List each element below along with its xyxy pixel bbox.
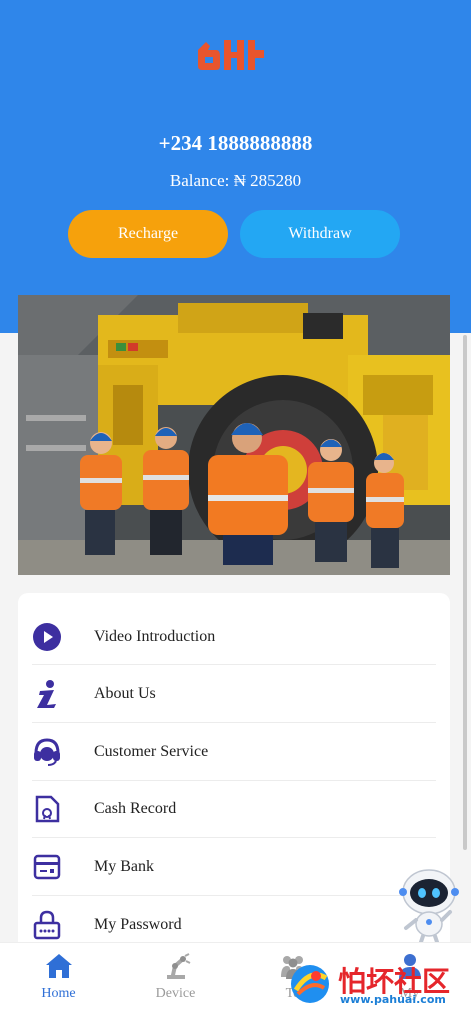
banner-image — [18, 295, 450, 575]
recharge-button[interactable]: Recharge — [68, 210, 228, 258]
header-panel: +234 1888888888 Balance: ₦ 285280 Rechar… — [0, 0, 471, 333]
balance-text: Balance: ₦ 285280 — [169, 171, 302, 190]
menu-item-cash-record[interactable]: Cash Record — [32, 780, 436, 837]
withdraw-button[interactable]: Withdraw — [240, 210, 400, 258]
bhp-logo — [198, 40, 264, 70]
menu-item-customer-service[interactable]: Customer Service — [32, 723, 436, 780]
menu-item-label: My Bank — [94, 857, 154, 875]
lock-icon — [32, 910, 62, 940]
tab-label: Home — [41, 986, 76, 1001]
tab-device[interactable]: Device — [117, 943, 234, 1013]
phone-number: +234 1888888888 — [158, 131, 313, 155]
menu-item-video-introduction[interactable]: Video Introduction — [32, 608, 436, 665]
tab-label: Device — [155, 986, 196, 1001]
info-icon — [32, 679, 62, 709]
robot-arm-icon — [166, 953, 190, 979]
watermark: 怕坏社区 www.pahuai.com — [288, 960, 466, 1008]
tab-home[interactable]: Home — [0, 943, 117, 1013]
banner-illustration — [18, 295, 450, 575]
menu-item-my-bank[interactable]: My Bank — [32, 838, 436, 895]
menu-item-label: Customer Service — [94, 742, 209, 760]
robot-assistant-icon[interactable] — [398, 868, 460, 944]
menu-item-label: Video Introduction — [94, 627, 216, 645]
watermark-url: www.pahuai.com — [340, 993, 446, 1006]
menu-item-label: About Us — [94, 684, 156, 702]
play-icon — [32, 622, 62, 652]
menu-item-label: Cash Record — [94, 799, 177, 817]
bank-card-icon — [32, 852, 62, 882]
document-icon — [32, 794, 62, 824]
menu-card: Video Introduction About Us Customer Ser… — [18, 593, 450, 953]
scrollbar[interactable] — [463, 335, 467, 850]
menu-item-about-us[interactable]: About Us — [32, 665, 436, 722]
headset-icon — [32, 737, 62, 767]
menu-item-label: My Password — [94, 915, 182, 933]
home-icon — [45, 954, 72, 978]
